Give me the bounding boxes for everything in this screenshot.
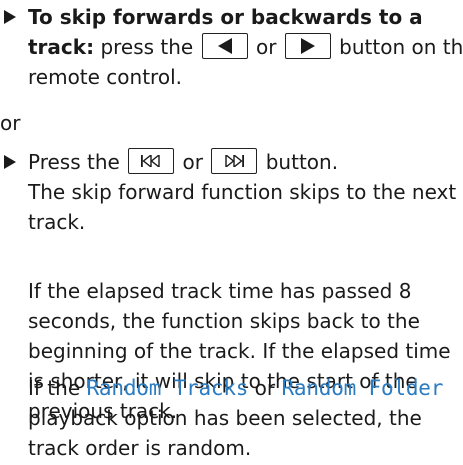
remote-left-button [201,33,248,59]
step2-text-after: button. [265,150,339,174]
remote-right-button [284,33,331,59]
bullet-triangle-icon [4,2,20,32]
step-text-before: press the [100,35,194,59]
bullet-triangle-icon [4,147,20,177]
para-random: If the Random Tracks or Random Folder pl… [0,373,463,463]
option-random-folder: Random Folder [281,376,444,400]
instruction-page: To skip forwards or backwards to a track… [0,0,463,465]
para-skip-forward: The skip forward function skips to the n… [28,180,457,234]
random-middle: or [254,376,276,400]
step-skip-remote: To skip forwards or backwards to a track… [0,2,463,92]
skip-back-button [128,148,175,174]
random-suffix: playback option has been selected, the t… [28,406,422,460]
step2-text-before: Press the [28,150,120,174]
option-random-tracks: Random Tracks [86,376,249,400]
or-separator: or [0,111,21,135]
step-skip-buttons: Press the or button. The skip forward fu… [0,147,463,237]
skip-forward-button [211,148,258,174]
step2-text-or: or [182,150,204,174]
random-prefix: If the [28,376,81,400]
step-text-or: or [255,35,277,59]
